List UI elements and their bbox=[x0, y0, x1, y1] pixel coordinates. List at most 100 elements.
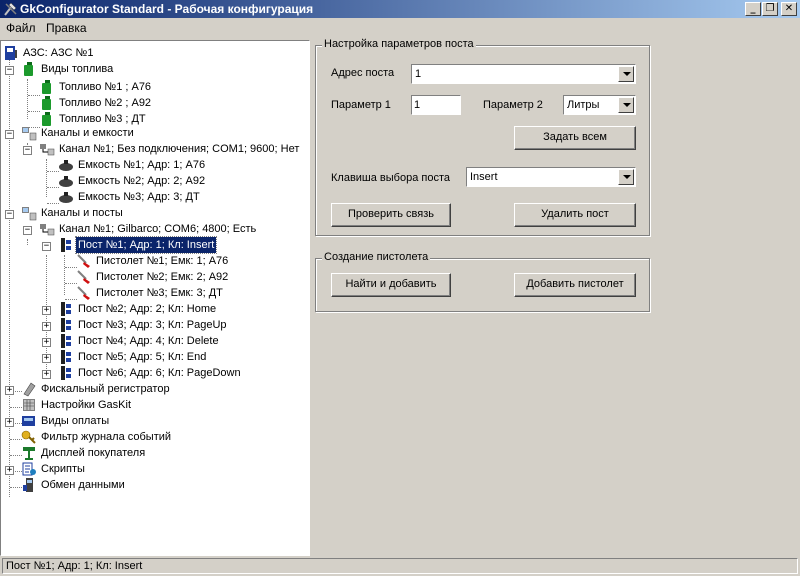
pistol-icon bbox=[77, 270, 90, 284]
fiscal-register-icon bbox=[23, 382, 36, 397]
status-text: Пост №1; Адр: 1; Кл: Insert bbox=[2, 558, 798, 574]
display-icon bbox=[23, 447, 35, 460]
script-icon bbox=[22, 462, 36, 476]
pump-icon bbox=[61, 350, 71, 364]
tree-label-pistol-1: Пистолет №1; Емк: 1; А76 bbox=[96, 255, 229, 267]
tree-label-root: АЗС: АЗС №1 bbox=[23, 47, 94, 59]
tank-icon bbox=[59, 176, 73, 187]
expander-fiscal[interactable]: + bbox=[5, 386, 14, 395]
set-all-button[interactable]: Задать всем bbox=[514, 126, 636, 150]
window-title: GkConfigurator Standard - Рабочая конфиг… bbox=[20, 2, 314, 16]
expander-scripts[interactable]: + bbox=[5, 466, 14, 475]
tank-icon bbox=[59, 160, 73, 171]
tree-label-post-2: Пост №2; Адр: 2; Кл: Home bbox=[78, 303, 217, 315]
app-icon bbox=[4, 2, 17, 16]
post-settings-group: Настройка параметров поста Адрес поста 1… bbox=[315, 38, 650, 236]
expander-post-5[interactable]: + bbox=[42, 354, 51, 363]
expander-post-4[interactable]: + bbox=[42, 338, 51, 347]
expander-payment[interactable]: + bbox=[5, 418, 14, 427]
fuel-can-icon bbox=[42, 96, 51, 110]
post-settings-title: Настройка параметров поста bbox=[322, 38, 476, 50]
config-tree[interactable]: АЗС: АЗС №1 − Виды топлива Топливо №1 ; … bbox=[0, 40, 310, 556]
expander-post-1[interactable]: − bbox=[42, 242, 51, 251]
tree-label-post-1: Пост №1; Адр: 1; Кл: Insert bbox=[74, 236, 218, 254]
title-bar: GkConfigurator Standard - Рабочая конфиг… bbox=[0, 0, 800, 18]
key-icon bbox=[21, 430, 36, 444]
delete-post-button[interactable]: Удалить пост bbox=[514, 203, 636, 227]
payment-icon bbox=[22, 416, 35, 426]
key-label: Клавиша выбора поста bbox=[331, 172, 450, 184]
tree-label-fiscal: Фискальный регистратор bbox=[41, 383, 170, 395]
pump-icon bbox=[61, 334, 71, 348]
pistol-icon bbox=[77, 254, 90, 268]
tree-label-tank-3: Емкость №3; Адр: 3; ДТ bbox=[78, 191, 200, 203]
pump-icon bbox=[61, 302, 71, 316]
add-pistol-button[interactable]: Добавить пистолет bbox=[514, 273, 636, 297]
menu-file[interactable]: Файл bbox=[6, 21, 36, 35]
settings-grid-icon bbox=[23, 399, 35, 411]
channel-icon bbox=[40, 144, 55, 156]
tree-label-payment: Виды оплаты bbox=[41, 415, 110, 427]
key-select-value: Insert bbox=[470, 171, 498, 183]
pistol-create-group: Создание пистолета Найти и добавить Доба… bbox=[315, 251, 650, 312]
address-label: Адрес поста bbox=[331, 67, 395, 79]
tree-label-fuel-1: Топливо №1 ; А76 bbox=[59, 81, 152, 93]
address-select-value: 1 bbox=[415, 68, 422, 80]
tree-label-post-6: Пост №6; Адр: 6; Кл: PageDown bbox=[78, 367, 241, 379]
tree-label-pistol-2: Пистолет №2; Емк: 2; А92 bbox=[96, 271, 229, 283]
station-icon bbox=[5, 46, 17, 60]
tree-label-tank-channel: Канал №1; Без подключения; COM1; 9600; Н… bbox=[59, 143, 300, 155]
find-add-button[interactable]: Найти и добавить bbox=[331, 273, 451, 297]
fuel-can-icon bbox=[42, 80, 51, 94]
maximize-button[interactable]: ❐ bbox=[762, 2, 778, 16]
tree-label-event-filter: Фильтр журнала событий bbox=[41, 431, 172, 443]
tree-label-customer-display: Дисплей покупателя bbox=[41, 447, 146, 459]
param2-select-value: Литры bbox=[567, 99, 600, 111]
param2-label: Параметр 2 bbox=[483, 99, 543, 111]
minimize-button[interactable]: _ bbox=[745, 2, 761, 16]
tree-label-scripts: Скрипты bbox=[41, 463, 85, 475]
expander-post-6[interactable]: + bbox=[42, 370, 51, 379]
menu-edit[interactable]: Правка bbox=[46, 21, 87, 35]
key-select[interactable]: Insert bbox=[466, 167, 636, 187]
close-button[interactable]: ✕ bbox=[781, 2, 797, 16]
tree-label-gaskit: Настройки GasKit bbox=[41, 399, 132, 411]
expander-tank-channel[interactable]: − bbox=[23, 146, 32, 155]
status-bar: Пост №1; Адр: 1; Кл: Insert bbox=[0, 558, 800, 576]
tree-label-post-3: Пост №3; Адр: 3; Кл: PageUp bbox=[78, 319, 227, 331]
tree-label-channels-posts: Каналы и посты bbox=[41, 207, 123, 219]
expander-post-2[interactable]: + bbox=[42, 306, 51, 315]
chevron-down-icon[interactable] bbox=[618, 169, 634, 185]
expander-channels-tanks[interactable]: − bbox=[5, 130, 14, 139]
pistol-create-title: Создание пистолета bbox=[322, 251, 431, 263]
chevron-down-icon[interactable] bbox=[618, 97, 634, 113]
param2-select[interactable]: Литры bbox=[563, 95, 636, 115]
expander-post-3[interactable]: + bbox=[42, 322, 51, 331]
pump-icon bbox=[61, 366, 71, 380]
tree-label-tank-1: Емкость №1; Адр: 1; А76 bbox=[78, 159, 206, 171]
tree-label-post-channel: Канал №1; Gilbarco; COM6; 4800; Есть bbox=[59, 223, 257, 235]
pump-icon bbox=[61, 238, 71, 252]
pump-icon bbox=[61, 318, 71, 332]
chevron-down-icon[interactable] bbox=[618, 66, 634, 82]
network-icon bbox=[22, 207, 37, 221]
fuel-can-icon bbox=[24, 62, 33, 76]
check-connection-button[interactable]: Проверить связь bbox=[331, 203, 451, 227]
menu-bar: Файл Правка bbox=[0, 18, 800, 38]
expander-fuel-types[interactable]: − bbox=[5, 66, 14, 75]
expander-post-channel[interactable]: − bbox=[23, 226, 32, 235]
pistol-icon bbox=[77, 286, 90, 300]
tree-label-tank-2: Емкость №2; Адр: 2; А92 bbox=[78, 175, 206, 187]
tree-label-post-4: Пост №4; Адр: 4; Кл: Delete bbox=[78, 335, 219, 347]
tree-label-fuel-2: Топливо №2 ; А92 bbox=[59, 97, 152, 109]
data-exchange-icon bbox=[23, 478, 33, 492]
tree-label-pistol-3: Пистолет №3; Емк: 3; ДТ bbox=[96, 287, 223, 299]
tree-label-post-5: Пост №5; Адр: 5; Кл: End bbox=[78, 351, 207, 363]
expander-channels-posts[interactable]: − bbox=[5, 210, 14, 219]
param1-label: Параметр 1 bbox=[331, 99, 391, 111]
tree-label-data-exchange: Обмен данными bbox=[41, 479, 125, 491]
param1-input[interactable]: 1 bbox=[411, 95, 461, 115]
address-select[interactable]: 1 bbox=[411, 64, 636, 84]
tank-icon bbox=[59, 192, 73, 203]
tree-label-fuel-types: Виды топлива bbox=[41, 63, 114, 75]
